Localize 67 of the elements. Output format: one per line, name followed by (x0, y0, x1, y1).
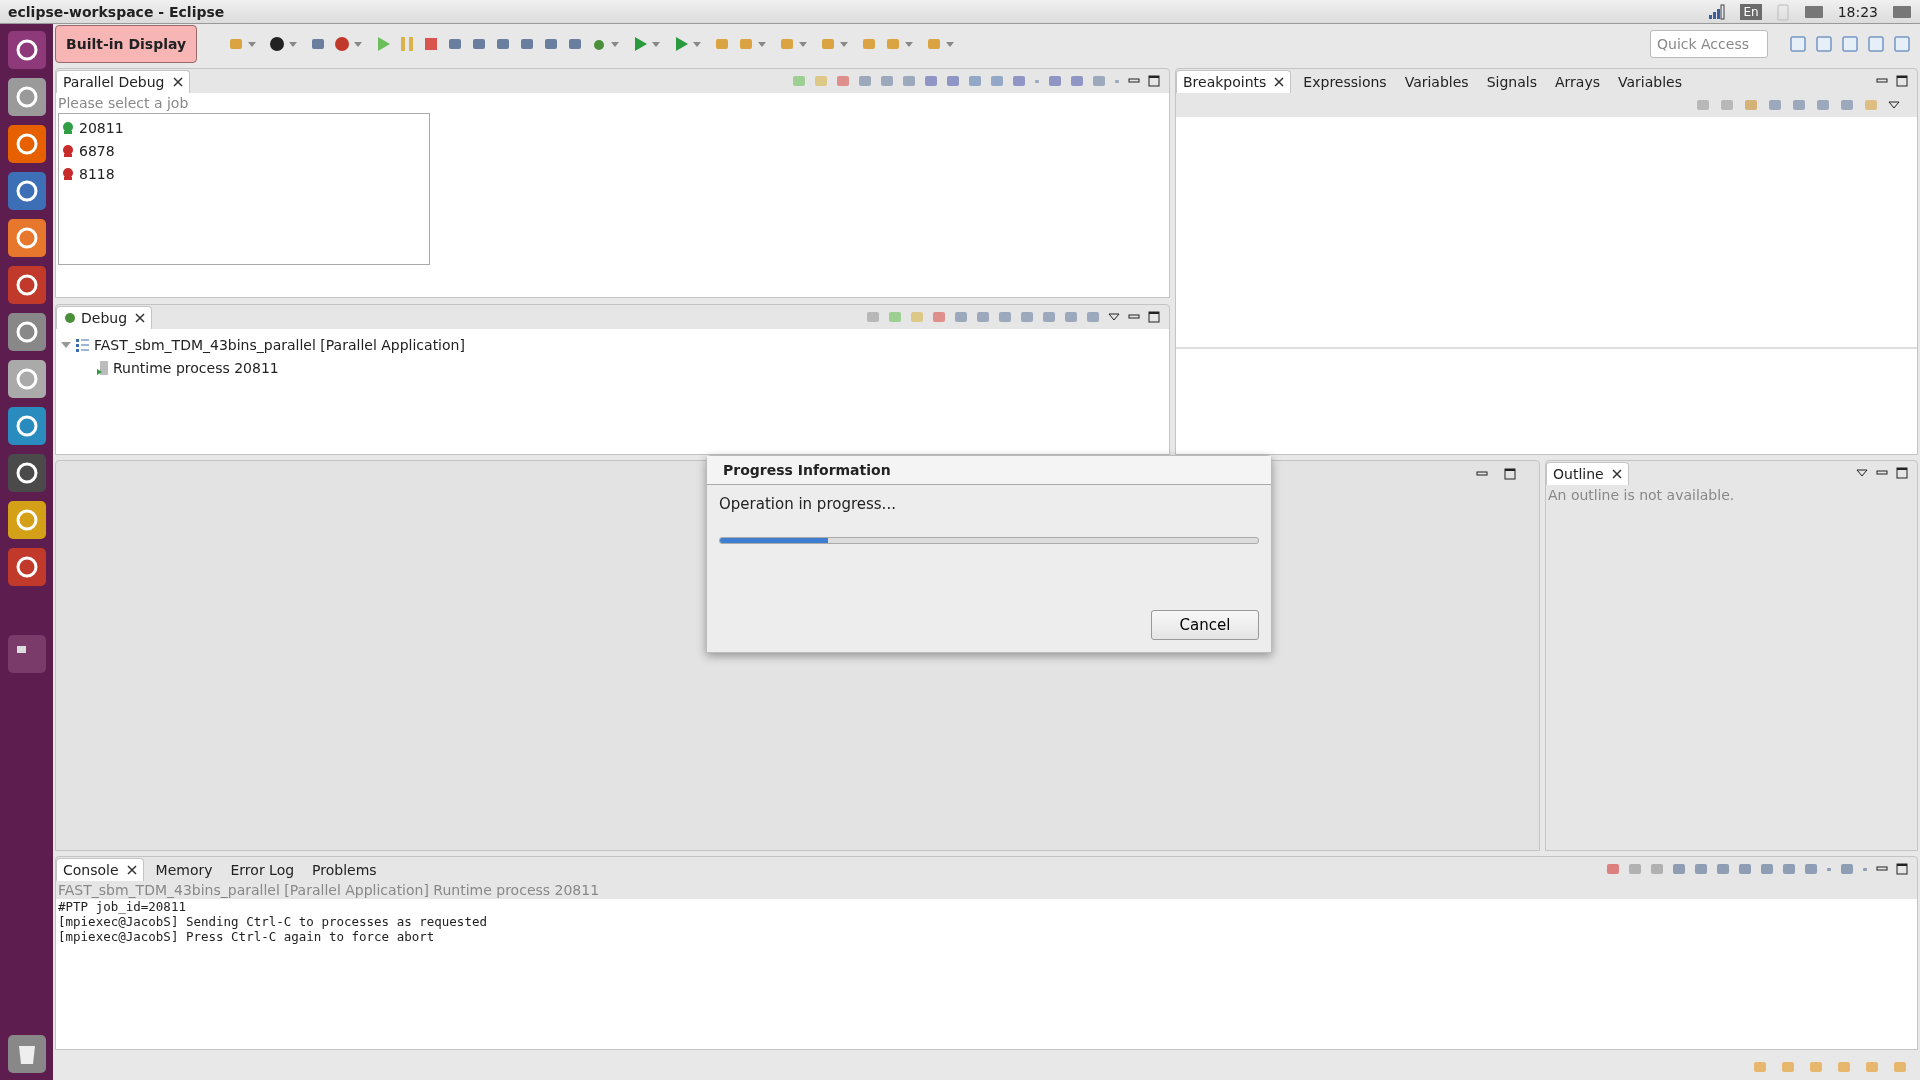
app-launcher-icon[interactable] (6, 124, 47, 164)
close-icon[interactable] (126, 865, 137, 875)
maximize-icon[interactable] (1147, 74, 1161, 88)
job-id[interactable]: 8118 (79, 165, 115, 182)
tree-item[interactable]: Runtime process 20811 (113, 359, 279, 376)
maximize-icon[interactable] (1503, 467, 1517, 481)
view-tab[interactable]: Outline (1546, 462, 1629, 485)
app-launcher-icon[interactable] (6, 30, 47, 70)
application-icon (75, 336, 91, 353)
outline-message: An outline is not available. (1547, 486, 1736, 505)
view-tab[interactable]: Memory (149, 859, 219, 881)
job-id[interactable]: 20811 (79, 119, 124, 136)
signal-icon[interactable] (1708, 3, 1727, 20)
console-line: [mpiexec@JacobS] Press Ctrl-C again to force abort (58, 929, 436, 944)
workspace-switcher-icon[interactable] (6, 634, 47, 674)
app-launcher-icon[interactable] (6, 171, 47, 211)
maximize-icon[interactable] (1147, 310, 1161, 324)
keyboard-layout-indicator[interactable]: En (1740, 3, 1762, 20)
app-launcher-icon[interactable] (6, 453, 47, 493)
view-tab[interactable]: Error Log (224, 859, 301, 881)
quick-access-field[interactable]: Quick Access (1650, 30, 1768, 58)
view-tab[interactable]: Breakpoints (1176, 70, 1292, 93)
view-tab[interactable]: Variables (1611, 71, 1688, 93)
close-icon[interactable] (172, 77, 183, 87)
app-launcher-icon[interactable] (6, 359, 47, 399)
window-title: eclipse-workspace - Eclipse (8, 3, 226, 20)
view-tab[interactable]: Signals (1480, 71, 1543, 93)
view-tab[interactable]: Expressions (1297, 71, 1393, 93)
clock[interactable]: 18:23 (1837, 3, 1878, 20)
trash-icon[interactable] (6, 1034, 47, 1074)
process-icon (96, 359, 110, 376)
view-tab[interactable]: Console (56, 858, 144, 881)
app-launcher-icon[interactable] (6, 265, 47, 305)
close-icon[interactable] (135, 313, 146, 323)
app-launcher-icon[interactable] (6, 547, 47, 587)
view-tab[interactable]: Debug (56, 306, 153, 329)
maximize-icon[interactable] (1895, 466, 1909, 480)
view-tab[interactable]: Problems (306, 859, 383, 881)
display-icon[interactable] (1803, 4, 1824, 19)
job-hint: Please select a job (58, 95, 190, 111)
dialog-title: Progress Information (707, 456, 1271, 485)
tooltip: Built-in Display (55, 25, 198, 63)
progress-message: Operation in progress... (719, 495, 897, 513)
maximize-icon[interactable] (1895, 74, 1909, 88)
perspective-icon[interactable] (1840, 34, 1860, 54)
console-line: #PTP job_id=20811 (58, 899, 187, 914)
view-tab[interactable]: Variables (1398, 71, 1475, 93)
close-icon[interactable] (1274, 77, 1285, 87)
app-launcher-icon[interactable] (6, 500, 47, 540)
app-launcher-icon[interactable] (6, 406, 47, 446)
perspective-icon[interactable] (1892, 34, 1912, 54)
cancel-button[interactable]: Cancel (1151, 610, 1259, 640)
close-icon[interactable] (1611, 469, 1622, 479)
battery-icon[interactable] (1775, 2, 1790, 21)
display-icon[interactable] (1892, 4, 1912, 19)
view-tab[interactable]: Parallel Debug (56, 70, 190, 93)
maximize-icon[interactable] (1895, 862, 1909, 876)
tree-item[interactable]: FAST_sbm_TDM_43bins_parallel [Parallel Application] (94, 336, 465, 353)
perspective-icon[interactable] (1814, 34, 1834, 54)
console-line: [mpiexec@JacobS] Sending Ctrl-C to processes as requested (58, 914, 488, 929)
app-launcher-icon[interactable] (6, 77, 47, 117)
view-tab[interactable]: Arrays (1548, 71, 1606, 93)
perspective-icon[interactable] (1866, 34, 1886, 54)
perspective-icon[interactable] (1788, 34, 1808, 54)
app-launcher-icon[interactable] (6, 312, 47, 352)
job-id[interactable]: 6878 (79, 142, 115, 159)
app-launcher-icon[interactable] (6, 218, 47, 258)
